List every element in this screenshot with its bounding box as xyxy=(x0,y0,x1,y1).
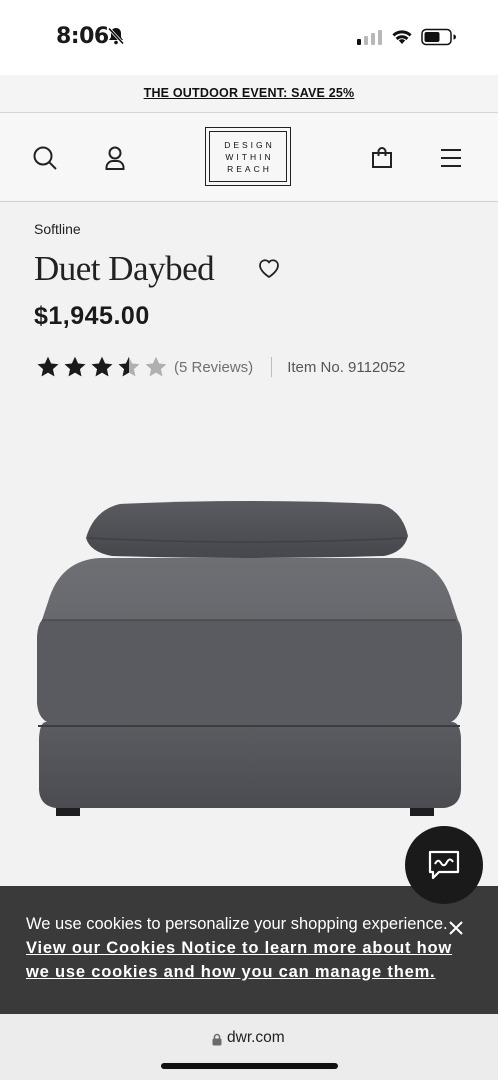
status-bar: 8:06 xyxy=(0,0,498,75)
cellular-signal-icon xyxy=(357,29,383,50)
browser-url-bar[interactable] xyxy=(0,1014,498,1080)
star-rating[interactable] xyxy=(36,355,171,379)
heart-icon xyxy=(259,259,279,279)
star-icon xyxy=(118,356,140,377)
account-icon xyxy=(105,146,125,170)
menu-button[interactable] xyxy=(436,143,466,173)
product-brand[interactable]: Softline xyxy=(34,221,81,237)
chat-icon xyxy=(428,850,460,880)
search-button[interactable] xyxy=(30,143,60,173)
wifi-icon xyxy=(390,27,414,50)
promo-link[interactable]: THE OUTDOOR EVENT: SAVE 25% xyxy=(144,86,355,100)
cookies-notice-link[interactable]: View our Cookies Notice to learn more ab… xyxy=(26,939,452,981)
star-icon xyxy=(91,356,113,377)
status-time: 8:06 xyxy=(56,24,109,49)
rating-row: (5 Reviews) Item No. 9112052 xyxy=(36,355,405,379)
chat-button[interactable] xyxy=(405,826,483,904)
promo-banner: THE OUTDOOR EVENT: SAVE 25% xyxy=(0,75,498,113)
search-icon xyxy=(33,146,57,170)
cookie-banner: We use cookies to personalize your shopp… xyxy=(0,886,498,1014)
shopping-bag-icon xyxy=(372,147,392,168)
reviews-link[interactable]: (5 Reviews) xyxy=(174,359,253,376)
star-icon xyxy=(37,356,59,377)
menu-icon xyxy=(441,149,461,167)
site-logo[interactable]: DESIGN WITHIN REACH xyxy=(205,127,291,186)
url-text[interactable]: dwr.com xyxy=(227,1029,285,1047)
close-icon[interactable] xyxy=(446,918,466,938)
bell-slash-icon xyxy=(106,26,126,51)
account-button[interactable] xyxy=(100,143,130,173)
cart-button[interactable] xyxy=(367,143,397,173)
cookie-message: We use cookies to personalize your shopp… xyxy=(26,912,478,984)
logo-line: REACH xyxy=(227,163,272,174)
wishlist-button[interactable] xyxy=(257,257,281,284)
product-image[interactable] xyxy=(0,490,498,830)
site-header: DESIGN WITHIN REACH xyxy=(0,113,498,202)
logo-line: WITHIN xyxy=(225,151,274,162)
lock-icon xyxy=(212,1033,222,1046)
divider xyxy=(271,357,273,377)
star-icon xyxy=(145,356,167,377)
item-number: Item No. 9112052 xyxy=(287,358,406,376)
product-title: Duet Daybed xyxy=(34,249,215,288)
star-icon xyxy=(64,356,86,377)
logo-line: DESIGN xyxy=(224,139,275,150)
home-indicator[interactable] xyxy=(161,1063,338,1069)
battery-icon xyxy=(421,28,457,51)
cookie-text: We use cookies to personalize your shopp… xyxy=(26,915,448,933)
product-price: $1,945.00 xyxy=(34,302,150,330)
